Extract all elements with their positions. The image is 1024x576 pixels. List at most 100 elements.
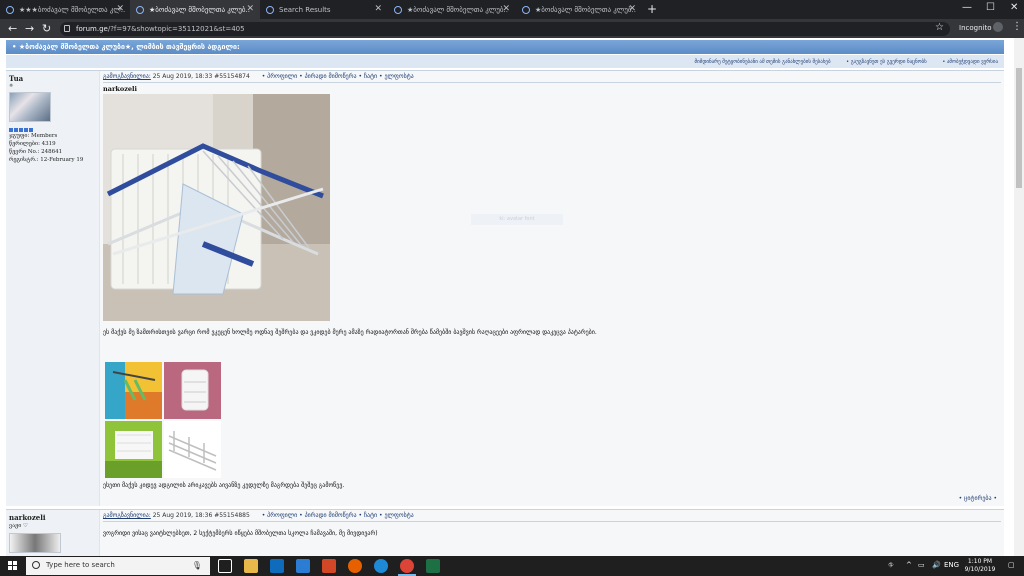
windows-taskbar: Type here to search 🎙 ⛗ ^ ▭ 🔊 ENG 1:10 P… <box>0 556 1024 576</box>
language-indicator[interactable]: ENG <box>944 561 959 569</box>
drying-rack-photo[interactable] <box>103 94 330 321</box>
page-scrollbar[interactable] <box>1014 38 1024 556</box>
menu-dots-icon[interactable]: ⋮ <box>1012 21 1022 32</box>
post-body: narkozeli ეს მაქვს მე ზამთრისთვის ვარცი … <box>103 85 1001 502</box>
member-number: წევრი No.: 248641 <box>9 149 63 155</box>
network-tray-icon[interactable]: ⛗ <box>888 561 894 570</box>
rack-photo-4[interactable] <box>105 421 162 478</box>
globe-icon <box>266 5 274 14</box>
battery-icon[interactable]: ▭ <box>918 561 925 569</box>
volume-icon[interactable]: 🔊 <box>932 561 941 569</box>
tab-5-label: ★ბოძავალ მშობელთა კლუბ.. <box>535 5 636 14</box>
user-panel: narkozeli ვაჟი ♡ <box>6 510 100 556</box>
powerpoint-icon[interactable] <box>322 559 336 573</box>
topic-links: მიმდინარე შეტყობინებანი ამ თემის განახლე… <box>6 55 1004 68</box>
file-explorer-icon[interactable] <box>244 559 258 573</box>
tab-4[interactable]: ★ბოძავალ მშობელთა კლუბ.. ✕ <box>388 0 516 19</box>
rack-photo-5[interactable] <box>164 421 221 478</box>
post-author[interactable]: Tua <box>9 74 96 83</box>
skype-business-icon[interactable] <box>296 559 310 573</box>
chevron-up-icon[interactable]: ^ <box>906 561 912 569</box>
maximize-button[interactable]: ☐ <box>986 2 995 13</box>
windows-start-icon[interactable] <box>8 561 18 571</box>
post-user-links[interactable]: • პროფილი • პირადი მიმოწერა • ჩატი • ელფ… <box>262 73 414 80</box>
excel-icon[interactable] <box>426 559 440 573</box>
url-domain: forum.ge <box>76 25 108 33</box>
address-bar[interactable]: forum.ge/?f=97&showtopic=35112021&st=405 <box>60 22 950 36</box>
registered-date: რეგისტრ.: 12-February 19 <box>9 157 84 163</box>
user-panel: Tua ✵ ჯგუფი: Members წერილები: 4319 წევრ… <box>6 71 100 506</box>
scrollbar-thumb[interactable] <box>1016 68 1022 188</box>
forward-arrow-icon[interactable]: → <box>25 22 34 35</box>
posted-label: გამოგზავნილია: <box>103 512 151 519</box>
info-icon[interactable] <box>64 25 70 32</box>
avatar <box>9 92 51 122</box>
quote-button[interactable]: • ციტირება • <box>959 495 997 502</box>
incognito-icon[interactable] <box>993 22 1003 32</box>
post-text-2: ესეთი მაქვს კიდევ ადგილის არიკავებს აივა… <box>103 482 345 489</box>
send-page-link[interactable]: • გაუგზავნეთ ეს გვერდი ნაცნობს <box>846 59 927 65</box>
globe-icon <box>136 5 144 14</box>
tab-5[interactable]: ★ბოძავალ მშობელთა კლუბ.. ✕ <box>516 0 642 19</box>
tab-2-label: ★ბოძავალ მშობელთა კლუბ.. <box>149 5 250 14</box>
chrome-icon[interactable] <box>398 559 416 576</box>
url-path: /?f=97&showtopic=35112021&st=405 <box>107 25 245 33</box>
reload-icon[interactable]: ↻ <box>42 22 51 35</box>
new-tab-button[interactable]: + <box>647 2 657 16</box>
forum-post: Tua ✵ ჯგუფი: Members წერილები: 4319 წევრ… <box>6 70 1004 506</box>
globe-icon <box>6 5 14 14</box>
taskbar-clock[interactable]: 1:10 PM 9/10/2019 <box>958 558 1002 574</box>
task-view-icon[interactable] <box>218 559 232 573</box>
bookmark-star-icon[interactable]: ☆ <box>935 22 944 33</box>
user-posts-count: წერილები: 4319 <box>9 141 56 147</box>
post-text: ეს მაქვს მე ზამთრისთვის ვარცი რომ ვკეცენ… <box>103 329 597 336</box>
post-header: გამოგზავნილია: 25 Aug 2019, 18:33 #55154… <box>103 73 1001 83</box>
outlook-icon[interactable] <box>270 559 284 573</box>
back-arrow-icon[interactable]: ← <box>8 22 17 35</box>
clock-time: 1:10 PM <box>967 558 993 565</box>
close-tab-icon[interactable]: ✕ <box>246 4 254 14</box>
browser-toolbar: ← → ↻ forum.ge/?f=97&showtopic=35112021&… <box>0 19 1024 38</box>
rank-star-icon: ✵ <box>9 83 14 89</box>
globe-icon <box>522 5 530 14</box>
incognito-label: Incognito <box>959 24 992 32</box>
page-content: • ★ბოძავალ მშობელთა კლუბი★, ლიმბის თავშე… <box>0 38 1014 556</box>
forum-post: narkozeli ვაჟი ♡ გამოგზავნილია: 25 Aug 2… <box>6 509 1004 556</box>
rack-photo-3[interactable] <box>164 362 221 419</box>
tab-3-label: Search Results <box>279 5 331 14</box>
globe-icon <box>394 5 402 14</box>
tab-1[interactable]: ★★★ბოძავალ მშობელთა კლ.. ✕ <box>0 0 130 19</box>
post-text: ვოგრიდი ვისაც ვაიტსლებსეთ, 2 სექტემბერს … <box>103 530 378 537</box>
rack-photo-2[interactable] <box>105 362 162 419</box>
search-placeholder: Type here to search <box>46 561 115 569</box>
user-badge: ვაჟი ♡ <box>9 523 28 529</box>
close-tab-icon[interactable]: ✕ <box>502 4 510 14</box>
minimize-button[interactable]: — <box>962 2 972 13</box>
close-tab-icon[interactable]: ✕ <box>116 4 124 14</box>
post-author[interactable]: narkozeli <box>9 513 96 522</box>
topic-title: • ★ბოძავალ მშობელთა კლუბი★, ლიმბის თავშე… <box>6 40 1004 54</box>
user-group: ჯგუფი: Members <box>9 133 58 139</box>
tab-4-label: ★ბოძავალ მშობელთა კლუბ.. <box>407 5 508 14</box>
post-date: 25 Aug 2019, 18:33 <box>152 73 213 80</box>
print-version-link[interactable]: • ამობეჭდვადი ვერსია <box>942 59 998 65</box>
watermark-text: ki: avatar font <box>471 214 563 225</box>
quote-author: narkozeli <box>103 85 137 93</box>
tab-2[interactable]: ★ბოძავალ მშობელთა კლუბ.. ✕ <box>130 0 260 19</box>
firefox-icon[interactable] <box>348 559 362 573</box>
internet-explorer-icon[interactable] <box>374 559 388 573</box>
close-tab-icon[interactable]: ✕ <box>374 4 382 14</box>
taskbar-search-input[interactable]: Type here to search 🎙 <box>26 557 210 575</box>
posted-label: გამოგზავნილია: <box>103 73 151 80</box>
track-topic-link[interactable]: მიმდინარე შეტყობინებანი ამ თემის განახლე… <box>695 59 831 65</box>
microphone-icon[interactable]: 🎙 <box>192 561 202 570</box>
post-body: ვოგრიდი ვისაც ვაიტსლებსეთ, 2 სექტემბერს … <box>103 530 1001 537</box>
post-user-links[interactable]: • პროფილი • პირადი მიმოწერა • ჩატი • ელფ… <box>262 512 414 519</box>
tab-3[interactable]: Search Results ✕ <box>260 0 388 19</box>
close-window-button[interactable]: ✕ <box>1010 2 1018 13</box>
post-date: 25 Aug 2019, 18:36 <box>152 512 213 519</box>
post-number[interactable]: #55154874 <box>214 73 250 80</box>
notifications-icon[interactable]: ▢ <box>1008 561 1015 569</box>
post-number[interactable]: #55154885 <box>214 512 250 519</box>
close-tab-icon[interactable]: ✕ <box>628 4 636 14</box>
